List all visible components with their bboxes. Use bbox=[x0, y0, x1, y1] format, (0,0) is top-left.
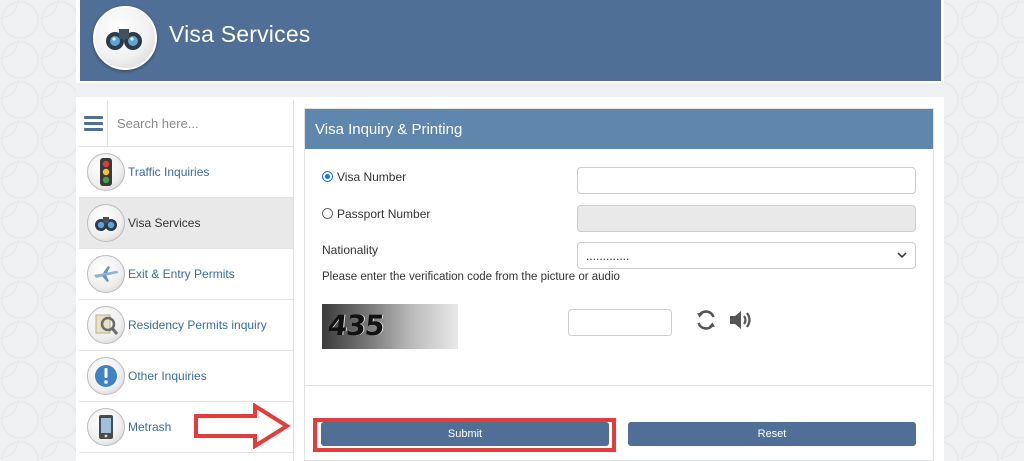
sidebar-item-label: Exit & Entry Permits bbox=[128, 267, 235, 281]
passport-number-input[interactable] bbox=[577, 205, 916, 232]
header-divider-strip bbox=[76, 83, 944, 97]
phone-icon bbox=[87, 408, 125, 446]
visa-number-radio[interactable] bbox=[322, 171, 333, 182]
panel-title: Visa Inquiry & Printing bbox=[305, 109, 933, 149]
sidebar-item-traffic-inquiries[interactable]: Traffic Inquiries bbox=[79, 147, 293, 198]
refresh-captcha-button[interactable] bbox=[694, 307, 718, 333]
captcha-input[interactable] bbox=[568, 309, 672, 336]
nationality-select[interactable]: ............. bbox=[577, 242, 916, 269]
sidebar-item-label: Traffic Inquiries bbox=[128, 165, 210, 179]
sidebar-item-label: Residency Permits inquiry bbox=[128, 318, 267, 332]
binoculars-icon bbox=[106, 29, 142, 50]
passport-number-label: Passport Number bbox=[337, 207, 431, 221]
sidebar-item-exit-entry-permits[interactable]: Exit & Entry Permits bbox=[79, 249, 293, 300]
hamburger-icon bbox=[83, 113, 103, 134]
verification-instructions: Please enter the verification code from … bbox=[322, 271, 620, 283]
speaker-icon bbox=[730, 311, 751, 329]
visa-number-input[interactable] bbox=[577, 167, 916, 194]
red-arrow-icon bbox=[194, 403, 291, 449]
sidebar-search-row bbox=[79, 100, 293, 147]
visa-number-label: Visa Number bbox=[337, 170, 407, 184]
magnifier-icon bbox=[87, 306, 125, 344]
visa-services-logo bbox=[93, 6, 157, 70]
sidebar-item-visa-services[interactable]: Visa Services bbox=[79, 198, 293, 249]
sidebar-item-other-inquiries[interactable]: Other Inquiries bbox=[79, 351, 293, 402]
chevron-down-icon bbox=[897, 252, 907, 259]
nationality-label: Nationality bbox=[322, 243, 379, 257]
sidebar-item-residency-permits[interactable]: Residency Permits inquiry bbox=[79, 300, 293, 351]
search-input[interactable] bbox=[108, 100, 293, 146]
passport-number-radio[interactable] bbox=[322, 208, 333, 219]
refresh-icon bbox=[697, 310, 715, 330]
reset-button[interactable]: Reset bbox=[628, 422, 916, 446]
sidebar-item-label: Other Inquiries bbox=[128, 369, 207, 383]
sidebar-item-label: Visa Services bbox=[128, 216, 201, 230]
info-exclamation-icon bbox=[87, 357, 125, 395]
airplane-icon bbox=[87, 255, 125, 293]
visa-services-icon bbox=[87, 204, 125, 242]
page-title: Visa Services bbox=[169, 21, 311, 47]
visa-inquiry-panel: Visa Inquiry & Printing bbox=[304, 108, 934, 461]
captcha-image: 435 bbox=[322, 304, 458, 349]
nationality-selected-value: ............. bbox=[586, 248, 630, 263]
menu-toggle-button[interactable] bbox=[79, 100, 108, 147]
form-divider bbox=[305, 385, 933, 386]
sidebar-item-label: Metrash bbox=[128, 420, 172, 434]
traffic-light-icon bbox=[87, 153, 125, 191]
captcha-text: 435 bbox=[326, 309, 386, 342]
submit-highlight-box bbox=[313, 418, 616, 452]
audio-captcha-button[interactable] bbox=[727, 307, 753, 333]
